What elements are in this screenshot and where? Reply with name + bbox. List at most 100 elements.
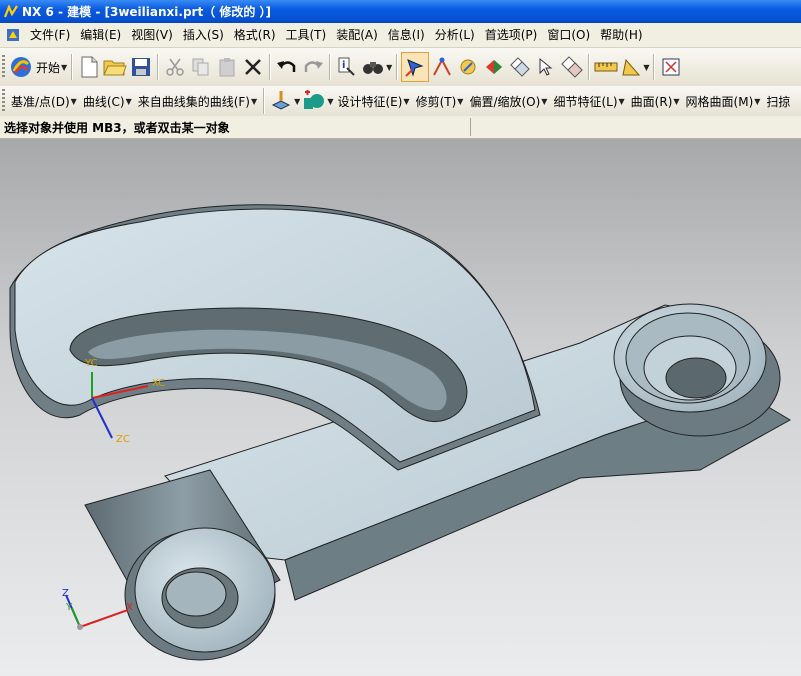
offset-scale-label: 偏置/缩放(O): [469, 94, 541, 109]
menu-file[interactable]: 文件(F): [25, 23, 75, 47]
filter-button[interactable]: [507, 53, 533, 81]
information-button[interactable]: i: [334, 53, 360, 81]
chevron-down-icon: ▼: [403, 96, 410, 106]
delete-x-icon: [245, 59, 262, 75]
paste-button[interactable]: [214, 53, 240, 81]
sweep-menu[interactable]: 扫掠: [763, 93, 793, 110]
title-bar: NX 6 - 建模 - [3weilianxi.prt（ 修改的 ）]: [0, 0, 801, 23]
toolbar-grip[interactable]: [2, 89, 5, 113]
status-bar: 选择对象并使用 MB3，或者双击某一对象: [0, 116, 801, 139]
derived-curve-menu[interactable]: 来自曲线集的曲线(F) ▼: [135, 93, 260, 110]
svg-text:i: i: [342, 60, 345, 71]
component-icon: [561, 56, 584, 78]
chevron-down-icon: ▼: [673, 96, 680, 106]
curve-menu[interactable]: 曲线(C) ▼: [80, 93, 135, 110]
design-feature-menu[interactable]: 设计特征(E) ▼: [334, 93, 412, 110]
graphics-viewport[interactable]: YC XC ZC Z Y X: [0, 139, 801, 676]
scissors-icon: [166, 58, 184, 76]
snap-point-button[interactable]: [429, 53, 455, 81]
menu-edit[interactable]: 编辑(E): [75, 23, 126, 47]
part-body[interactable]: [9, 204, 791, 661]
selection-tool-button[interactable]: [401, 52, 430, 82]
chevron-down-icon: ▼: [294, 96, 301, 106]
menu-tools[interactable]: 工具(T): [281, 23, 332, 47]
start-label: 开始: [36, 60, 61, 75]
surface-menu[interactable]: 曲面(R) ▼: [628, 93, 683, 110]
open-file-button[interactable]: [102, 53, 128, 81]
right-boss-hole[interactable]: [665, 357, 727, 399]
extrude-button[interactable]: ▼: [269, 87, 300, 115]
chevron-down-icon: ▼: [618, 96, 625, 106]
open-folder-icon: [103, 60, 127, 76]
info-icon: i: [338, 57, 355, 76]
menu-help[interactable]: 帮助(H): [595, 23, 647, 47]
status-divider: [470, 118, 471, 136]
undo-icon: [277, 61, 296, 72]
menu-assembly[interactable]: 装配(A): [331, 23, 383, 47]
menu-format[interactable]: 格式(R): [229, 23, 281, 47]
separator: [588, 54, 591, 80]
select-all-button[interactable]: [533, 53, 559, 81]
absolute-triad: Z Y X: [62, 588, 133, 630]
left-boss-bore-inner[interactable]: [165, 571, 227, 617]
menu-app-icon[interactable]: [5, 26, 23, 44]
detail-feature-menu[interactable]: 细节特征(L) ▼: [550, 93, 627, 110]
datum-point-menu[interactable]: 基准/点(D) ▼: [8, 93, 80, 110]
separator: [263, 88, 266, 114]
primitive-shape-icon: [304, 90, 325, 109]
window-title: NX 6 - 建模 - [3weilianxi.prt（ 修改的 ）]: [22, 5, 272, 19]
fit-view-button[interactable]: [658, 53, 684, 81]
menu-view[interactable]: 视图(V): [126, 23, 178, 47]
menu-info[interactable]: 信息(I): [383, 23, 430, 47]
angle-icon: [622, 58, 641, 76]
component-select-button[interactable]: [559, 53, 585, 81]
trim-menu[interactable]: 修剪(T) ▼: [413, 93, 467, 110]
sweep-label: 扫掠: [766, 94, 791, 109]
undo-button[interactable]: [274, 53, 300, 81]
wcs-xc-label: XC: [152, 378, 165, 389]
ruler-icon: [594, 62, 618, 72]
separator: [269, 54, 272, 80]
cut-button[interactable]: [162, 53, 188, 81]
menu-window[interactable]: 窗口(O): [542, 23, 595, 47]
pointer-icon: [539, 57, 553, 76]
menu-insert[interactable]: 插入(S): [178, 23, 229, 47]
feature-select-button[interactable]: [455, 53, 481, 81]
chevron-down-icon: ▼: [251, 96, 258, 106]
measure-distance-button[interactable]: [593, 53, 619, 81]
filter-icon: [510, 57, 531, 77]
design-feature-label: 设计特征(E): [337, 94, 403, 109]
copy-icon: [192, 58, 209, 76]
show-hide-button[interactable]: [481, 53, 507, 81]
redo-button[interactable]: [300, 53, 326, 81]
menu-preferences[interactable]: 首选项(P): [480, 23, 543, 47]
start-button[interactable]: 开始 ▼: [9, 53, 67, 81]
redo-icon: [304, 61, 324, 72]
model-canvas[interactable]: YC XC ZC Z Y X: [0, 139, 801, 676]
offset-scale-menu[interactable]: 偏置/缩放(O) ▼: [466, 93, 550, 110]
standard-toolbar: 开始 ▼ i ▼ ▼: [0, 48, 801, 87]
extrude-icon: [272, 91, 291, 110]
view-options-button[interactable]: ▼: [361, 53, 392, 81]
surface-label: 曲面(R): [630, 94, 673, 109]
measure-angle-button[interactable]: ▼: [620, 53, 649, 81]
chevron-down-icon: ▼: [125, 96, 132, 106]
mesh-surface-menu[interactable]: 网格曲面(M) ▼: [683, 93, 764, 110]
feature-select-icon: [460, 59, 476, 75]
curve-label: 曲线(C): [82, 94, 125, 109]
wcs-zc-label: ZC: [116, 434, 130, 445]
copy-button[interactable]: [188, 53, 214, 81]
separator: [329, 54, 332, 80]
abs-y-label: Y: [65, 602, 73, 613]
prompt-text: 选择对象并使用 MB3，或者双击某一对象: [4, 120, 230, 135]
toolbar-grip[interactable]: [2, 55, 5, 79]
delete-button[interactable]: [240, 53, 266, 81]
menu-analysis[interactable]: 分析(L): [430, 23, 480, 47]
save-button[interactable]: [128, 53, 154, 81]
new-file-button[interactable]: [76, 53, 102, 81]
trim-label: 修剪(T): [415, 94, 457, 109]
start-icon: [11, 57, 31, 77]
binoculars-icon: [363, 62, 384, 74]
select-arrow-icon: [405, 59, 424, 77]
primitive-button[interactable]: ▼: [302, 87, 333, 115]
